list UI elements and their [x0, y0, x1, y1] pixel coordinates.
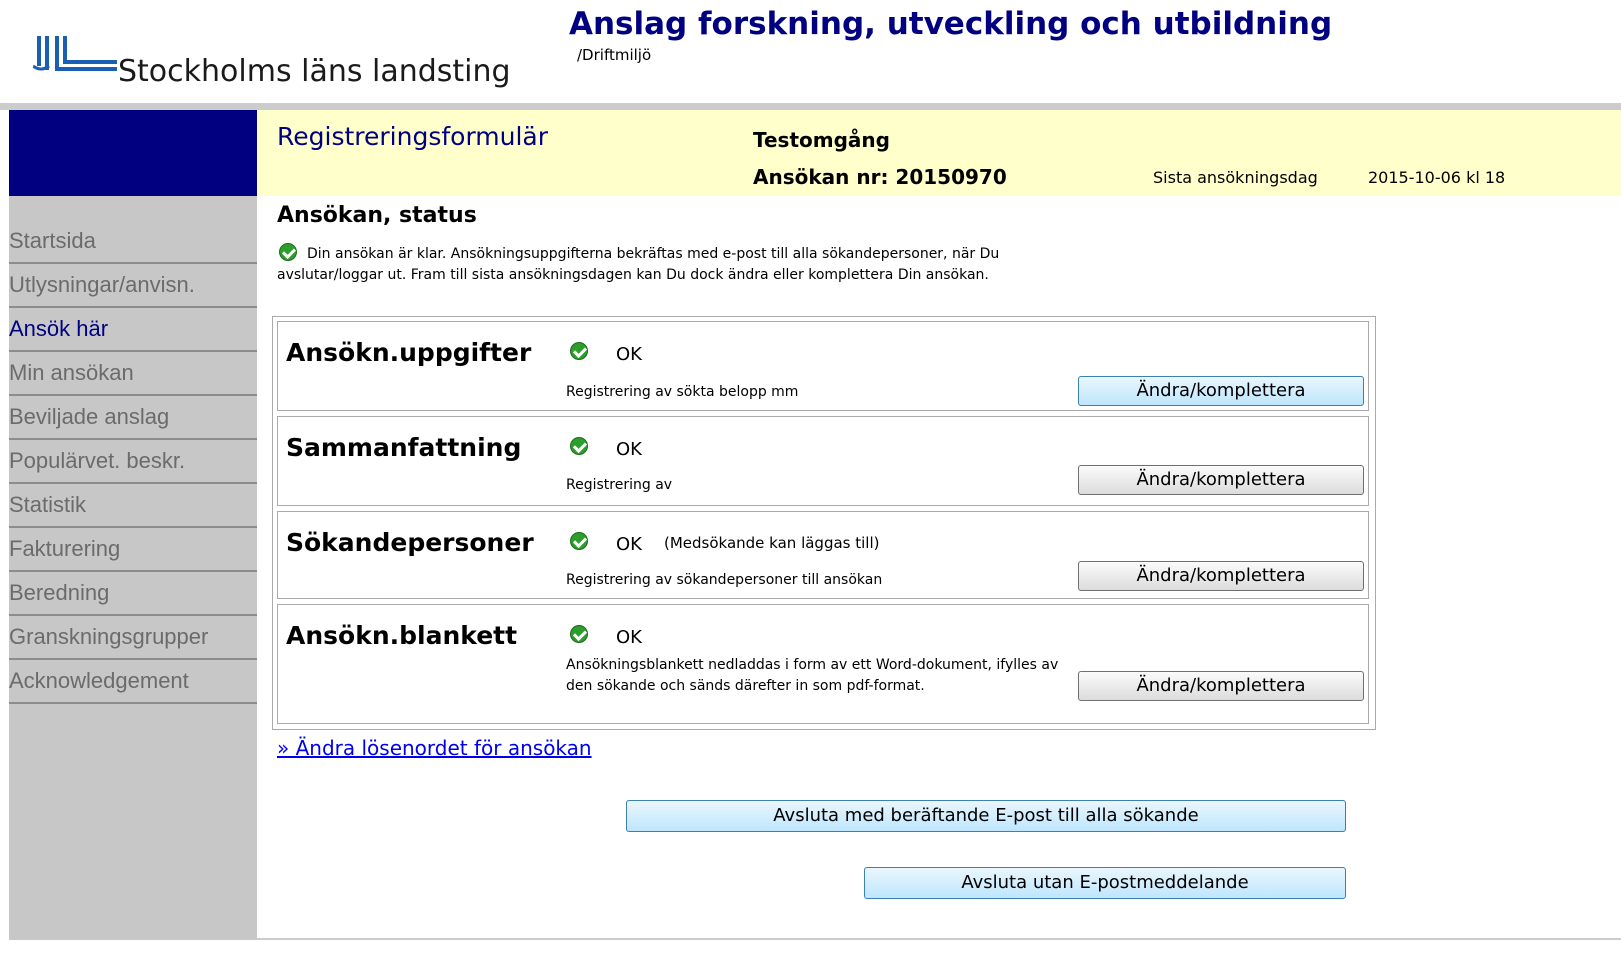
section-sammanfattning: Sammanfattning OK Registrering av Ändra/… [277, 416, 1369, 506]
form-header: Registreringsformulär Testomgång Ansökan… [257, 110, 1621, 196]
section-sokandepersoner: Sökandepersoner OK (Medsökande kan lägga… [277, 511, 1369, 599]
edit-blankett-button[interactable]: Ändra/komplettera [1078, 671, 1364, 701]
section-note: (Medsökande kan läggas till) [664, 534, 880, 552]
app-title: Anslag forskning, utveckling och utbildn… [569, 6, 1333, 42]
edit-sokandepersoner-button[interactable]: Ändra/komplettera [1078, 561, 1364, 591]
sidebar-item-granskningsgrupper[interactable]: Granskningsgrupper [9, 616, 257, 660]
footer-divider [257, 938, 1621, 940]
sidebar-item-startsida[interactable]: Startsida [9, 220, 257, 264]
sidebar-brand-block [9, 110, 257, 196]
sidebar-item-statistik[interactable]: Statistik [9, 484, 257, 528]
edit-sammanfattning-button[interactable]: Ändra/komplettera [1078, 465, 1364, 495]
section-ansokn-uppgifter: Ansökn.uppgifter OK Registrering av sökt… [277, 321, 1369, 411]
sidebar-item-beredning[interactable]: Beredning [9, 572, 257, 616]
header-divider [0, 103, 1621, 110]
round-name: Testomgång [753, 128, 890, 152]
status-message: Din ansökan är klar. Ansökningsuppgifter… [277, 243, 1047, 286]
environment-label: /Driftmiljö [577, 46, 652, 64]
check-circle-icon [570, 437, 588, 455]
sidebar-item-min-ansokan[interactable]: Min ansökan [9, 352, 257, 396]
section-title: Ansökn.uppgifter [286, 338, 532, 367]
section-status: OK [616, 534, 642, 555]
status-heading: Ansökan, status [277, 203, 477, 228]
page-header: Stockholms läns landsting Anslag forskni… [0, 0, 1621, 103]
section-description: Registrering av [566, 477, 673, 493]
sll-logo-icon [33, 36, 117, 71]
section-status: OK [616, 439, 642, 460]
section-title: Sammanfattning [286, 433, 522, 462]
org-name: Stockholms läns landsting [118, 54, 511, 89]
sidebar-item-utlysningar[interactable]: Utlysningar/anvisn. [9, 264, 257, 308]
sidebar-item-beviljade-anslag[interactable]: Beviljade anslag [9, 396, 257, 440]
check-circle-icon [279, 243, 297, 261]
status-message-text: Din ansökan är klar. Ansökningsuppgifter… [277, 246, 1000, 283]
sidebar-nav: Startsida Utlysningar/anvisn. Ansök här … [9, 220, 257, 704]
form-title: Registreringsformulär [277, 122, 549, 151]
application-sections: Ansökn.uppgifter OK Registrering av sökt… [272, 316, 1376, 730]
deadline-value: 2015-10-06 kl 18 [1368, 168, 1506, 187]
sidebar-item-ansok-har[interactable]: Ansök här [9, 308, 257, 352]
sidebar-item-acknowledgement[interactable]: Acknowledgement [9, 660, 257, 704]
check-circle-icon [570, 625, 588, 643]
finish-with-email-button[interactable]: Avsluta med beräftande E-post till alla … [626, 800, 1346, 832]
check-circle-icon [570, 342, 588, 360]
application-number: Ansökan nr: 20150970 [753, 165, 1007, 189]
edit-uppgifter-button[interactable]: Ändra/komplettera [1078, 376, 1364, 406]
section-description: Registrering av sökandepersoner till ans… [566, 572, 883, 588]
section-title: Ansökn.blankett [286, 621, 518, 650]
deadline-label: Sista ansökningsdag [1153, 168, 1318, 187]
change-password-link[interactable]: » Ändra lösenordet för ansökan [277, 736, 592, 760]
section-title: Sökandepersoner [286, 528, 534, 557]
section-ansokn-blankett: Ansökn.blankett OK Ansökningsblankett ne… [277, 604, 1369, 724]
sidebar: Startsida Utlysningar/anvisn. Ansök här … [9, 110, 257, 940]
sidebar-item-popularvet[interactable]: Populärvet. beskr. [9, 440, 257, 484]
section-status: OK [616, 627, 642, 648]
sidebar-item-fakturering[interactable]: Fakturering [9, 528, 257, 572]
finish-without-email-button[interactable]: Avsluta utan E-postmeddelande [864, 867, 1346, 899]
section-description: Registrering av sökta belopp mm [566, 384, 799, 400]
section-status: OK [616, 344, 642, 365]
check-circle-icon [570, 532, 588, 550]
section-description: Ansökningsblankett nedladdas i form av e… [566, 657, 1059, 694]
